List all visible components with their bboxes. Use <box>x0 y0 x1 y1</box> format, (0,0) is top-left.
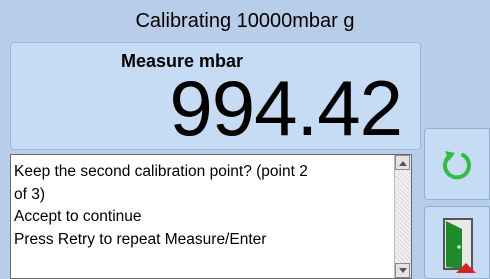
measurement-panel: Measure mbar 994.42 <box>10 42 421 152</box>
message-text: Keep the second calibration point? (poin… <box>14 161 394 251</box>
message-line: Press Retry to repeat Measure/Enter <box>14 230 267 248</box>
scroll-up-button[interactable] <box>395 155 410 170</box>
scroll-down-button[interactable] <box>395 263 410 278</box>
message-line: of 3) <box>14 185 46 203</box>
arrow-down-icon <box>399 268 407 273</box>
arrow-up-icon <box>399 161 407 166</box>
message-line: Accept to continue <box>14 208 142 225</box>
measure-value: 994.42 <box>169 64 403 152</box>
message-box: Keep the second calibration point? (poin… <box>10 154 412 279</box>
retry-button[interactable] <box>424 128 490 200</box>
exit-door-icon <box>443 218 476 273</box>
message-line: Keep the second calibration point? (poin… <box>14 163 308 180</box>
refresh-icon <box>443 151 471 180</box>
page-title: Calibrating 10000mbar g <box>135 10 355 32</box>
message-scrollbar[interactable] <box>394 155 411 278</box>
accept-button[interactable] <box>424 206 490 279</box>
